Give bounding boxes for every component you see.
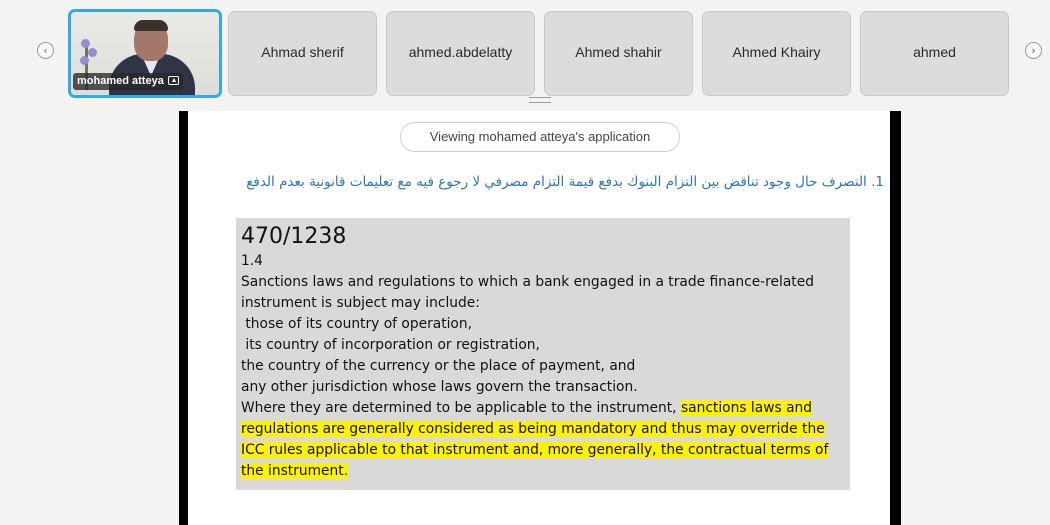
previous-arrow-icon[interactable]: ‹ bbox=[37, 42, 54, 59]
text-line: Sanctions laws and regulations to which … bbox=[241, 274, 814, 290]
viewing-banner: Viewing mohamed atteya's application bbox=[400, 122, 680, 152]
highlighted-text: ICC rules applicable to that instrument … bbox=[241, 442, 829, 458]
question-heading: 1. التصرف حال وجود تناقض بين التزام البن… bbox=[246, 174, 884, 190]
participant-tile[interactable]: Ahmed shahir bbox=[544, 11, 693, 96]
text-line: those of its country of operation, bbox=[241, 316, 473, 332]
participant-tile[interactable]: ahmed bbox=[860, 11, 1009, 96]
participant-name: Ahmed shahir bbox=[575, 44, 662, 60]
person-hair bbox=[134, 20, 168, 31]
text-line: the instrument. bbox=[241, 461, 847, 482]
text-line: instrument is subject may include: bbox=[241, 295, 480, 311]
highlighted-text: the instrument. bbox=[241, 463, 349, 479]
participant-tile-active[interactable]: mohamed atteya bbox=[68, 9, 222, 98]
section-number: 1.4 bbox=[241, 253, 263, 269]
flower-shape bbox=[81, 39, 90, 48]
participant-tile[interactable]: Ahmed Khairy bbox=[702, 11, 851, 96]
participant-name: mohamed atteya bbox=[77, 75, 164, 87]
resize-handle[interactable] bbox=[529, 97, 551, 103]
quoted-block: 470/1238 1.4 Sanctions laws and regulati… bbox=[236, 218, 850, 490]
screen-share-icon bbox=[167, 76, 179, 85]
participant-name: ahmed bbox=[913, 44, 956, 60]
flower-shape bbox=[88, 48, 97, 57]
participant-tile[interactable]: ahmed.abdelatty bbox=[386, 11, 535, 96]
participant-name: ahmed.abdelatty bbox=[408, 44, 513, 60]
text-line: regulations are generally considered as … bbox=[241, 419, 847, 440]
quoted-text: 470/1238 1.4 Sanctions laws and regulati… bbox=[241, 222, 847, 482]
text-line: the country of the currency or the place… bbox=[241, 358, 636, 374]
document-number: 470/1238 bbox=[241, 224, 347, 249]
participant-name-label: mohamed atteya bbox=[73, 73, 183, 90]
shared-document-page: Viewing mohamed atteya's application 1. … bbox=[188, 111, 890, 525]
flower-shape bbox=[80, 56, 89, 65]
next-arrow-icon[interactable]: › bbox=[1025, 42, 1042, 59]
text-line: its country of incorporation or registra… bbox=[241, 337, 540, 353]
participant-name: Ahmad sherif bbox=[261, 44, 344, 60]
participant-tile[interactable]: Ahmad sherif bbox=[228, 11, 377, 96]
text-line: any other jurisdiction whose laws govern… bbox=[241, 379, 638, 395]
highlighted-text: sanctions laws and bbox=[680, 400, 813, 416]
participant-name: Ahmed Khairy bbox=[732, 44, 821, 60]
text-line: ICC rules applicable to that instrument … bbox=[241, 440, 847, 461]
participant-strip: ‹ mohamed atteya Ahmad sherif ahmed.abde… bbox=[0, 0, 1050, 103]
text-plain: Where they are determined to be applicab… bbox=[241, 400, 681, 416]
text-line: Where they are determined to be applicab… bbox=[241, 398, 847, 419]
highlighted-text: regulations are generally considered as … bbox=[241, 421, 825, 437]
